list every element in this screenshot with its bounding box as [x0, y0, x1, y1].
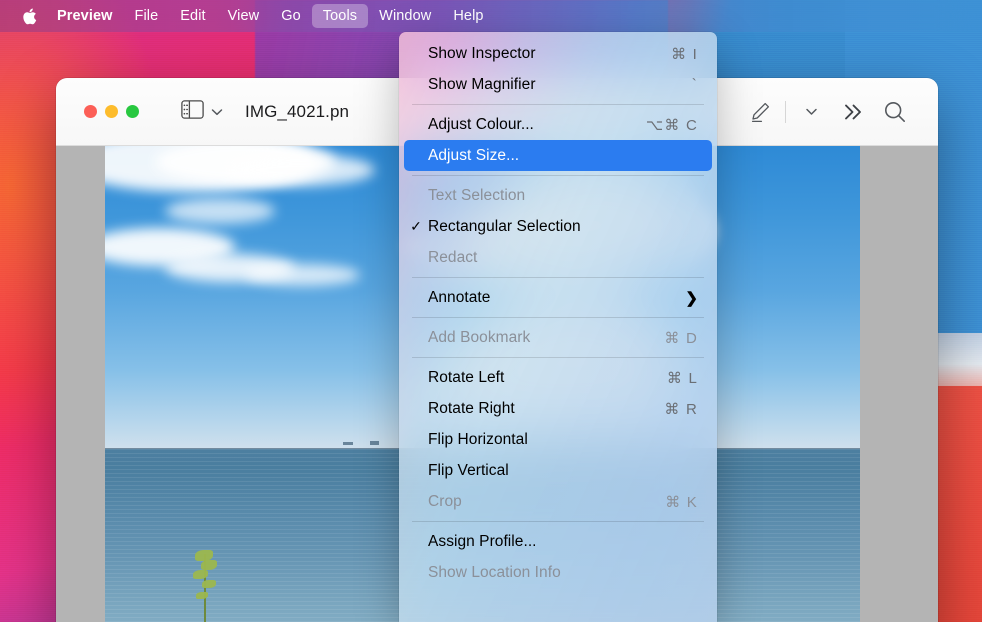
menu-item-label: Rectangular Selection: [428, 217, 581, 235]
menu-item-flip-horizontal[interactable]: Flip Horizontal: [404, 424, 712, 455]
markup-chevron-down-icon[interactable]: [790, 107, 832, 116]
menu-separator: [412, 175, 704, 176]
menu-item-flip-vertical[interactable]: Flip Vertical: [404, 455, 712, 486]
menu-item-label: Redact: [428, 248, 478, 266]
menu-item-label: Flip Horizontal: [428, 430, 528, 448]
menu-item-label: Flip Vertical: [428, 461, 509, 479]
menu-edit[interactable]: Edit: [169, 4, 216, 28]
toolbar-right-group: [739, 99, 916, 125]
apple-logo-icon[interactable]: [12, 7, 46, 26]
menu-item-rotate-left[interactable]: Rotate Left ⌘ L: [404, 362, 712, 393]
menu-item-label: Text Selection: [428, 186, 526, 204]
sidebar-toggle-icon[interactable]: [181, 99, 204, 124]
menu-go[interactable]: Go: [270, 4, 312, 28]
menu-item-label: Rotate Left: [428, 368, 505, 386]
menu-item-shortcut: ⌘ I: [671, 45, 698, 63]
menu-item-label: Rotate Right: [428, 399, 515, 417]
toolbar-divider: [785, 100, 786, 123]
menu-item-shortcut: ⌘ K: [665, 493, 698, 511]
menu-item-label: Adjust Colour...: [428, 115, 534, 133]
close-button[interactable]: [84, 105, 97, 118]
menu-item-crop: Crop ⌘ K: [404, 486, 712, 517]
menu-preview[interactable]: Preview: [46, 4, 124, 28]
menu-item-text-selection: Text Selection: [404, 180, 712, 211]
menu-item-shortcut: `: [691, 76, 698, 93]
menu-item-label: Adjust Size...: [428, 146, 520, 164]
menu-item-label: Crop: [428, 492, 462, 510]
menu-separator: [412, 277, 704, 278]
chevron-down-icon[interactable]: [211, 103, 223, 121]
checkmark-icon: ✓: [410, 218, 422, 234]
menu-separator: [412, 521, 704, 522]
menu-item-label: Show Location Info: [428, 563, 561, 581]
menu-item-shortcut: ⌘ L: [666, 369, 698, 387]
menu-item-adjust-size[interactable]: Adjust Size...: [404, 140, 712, 171]
sidebar-toggle-group[interactable]: [181, 99, 223, 124]
menu-item-label: Show Inspector: [428, 44, 536, 62]
menu-item-label: Show Magnifier: [428, 75, 536, 93]
menu-item-show-magnifier[interactable]: Show Magnifier `: [404, 69, 712, 100]
menu-item-add-bookmark: Add Bookmark ⌘ D: [404, 322, 712, 353]
tools-dropdown-menu: Show Inspector ⌘ I Show Magnifier ` Adjust C…: [399, 32, 717, 622]
zoom-button[interactable]: [126, 105, 139, 118]
menu-separator: [412, 104, 704, 105]
menu-item-rotate-right[interactable]: Rotate Right ⌘ R: [404, 393, 712, 424]
menu-item-adjust-colour[interactable]: Adjust Colour... ⌥⌘ C: [404, 109, 712, 140]
traffic-light-buttons: [84, 105, 139, 118]
menu-file[interactable]: File: [124, 4, 170, 28]
menu-item-label: Assign Profile...: [428, 532, 537, 550]
markup-pencil-icon[interactable]: [739, 100, 781, 124]
menu-tools[interactable]: Tools: [311, 4, 369, 28]
macos-menu-bar: Preview File Edit View Go Tools Window H…: [0, 0, 982, 32]
menu-item-show-inspector[interactable]: Show Inspector ⌘ I: [404, 38, 712, 69]
double-chevron-right-icon[interactable]: [832, 102, 874, 122]
menu-separator: [412, 357, 704, 358]
menu-separator: [412, 317, 704, 318]
menu-item-assign-profile[interactable]: Assign Profile...: [404, 526, 712, 557]
menu-item-shortcut: ⌘ D: [664, 329, 698, 347]
menu-item-shortcut: ⌘ R: [664, 400, 698, 418]
menu-item-rectangular-selection[interactable]: ✓ Rectangular Selection: [404, 211, 712, 242]
menu-item-label: Add Bookmark: [428, 328, 531, 346]
menu-window[interactable]: Window: [368, 4, 442, 28]
menu-item-label: Annotate: [428, 288, 491, 306]
menu-item-show-location-info: Show Location Info: [404, 557, 712, 588]
search-icon[interactable]: [874, 99, 916, 125]
menu-item-redact: Redact: [404, 242, 712, 273]
window-title: IMG_4021.pn: [245, 101, 350, 121]
menu-item-annotate[interactable]: Annotate ❯: [404, 282, 712, 313]
menu-help[interactable]: Help: [442, 4, 494, 28]
menu-view[interactable]: View: [217, 4, 271, 28]
minimize-button[interactable]: [105, 105, 118, 118]
submenu-arrow-icon: ❯: [685, 289, 698, 307]
menu-item-shortcut: ⌥⌘ C: [645, 116, 698, 134]
